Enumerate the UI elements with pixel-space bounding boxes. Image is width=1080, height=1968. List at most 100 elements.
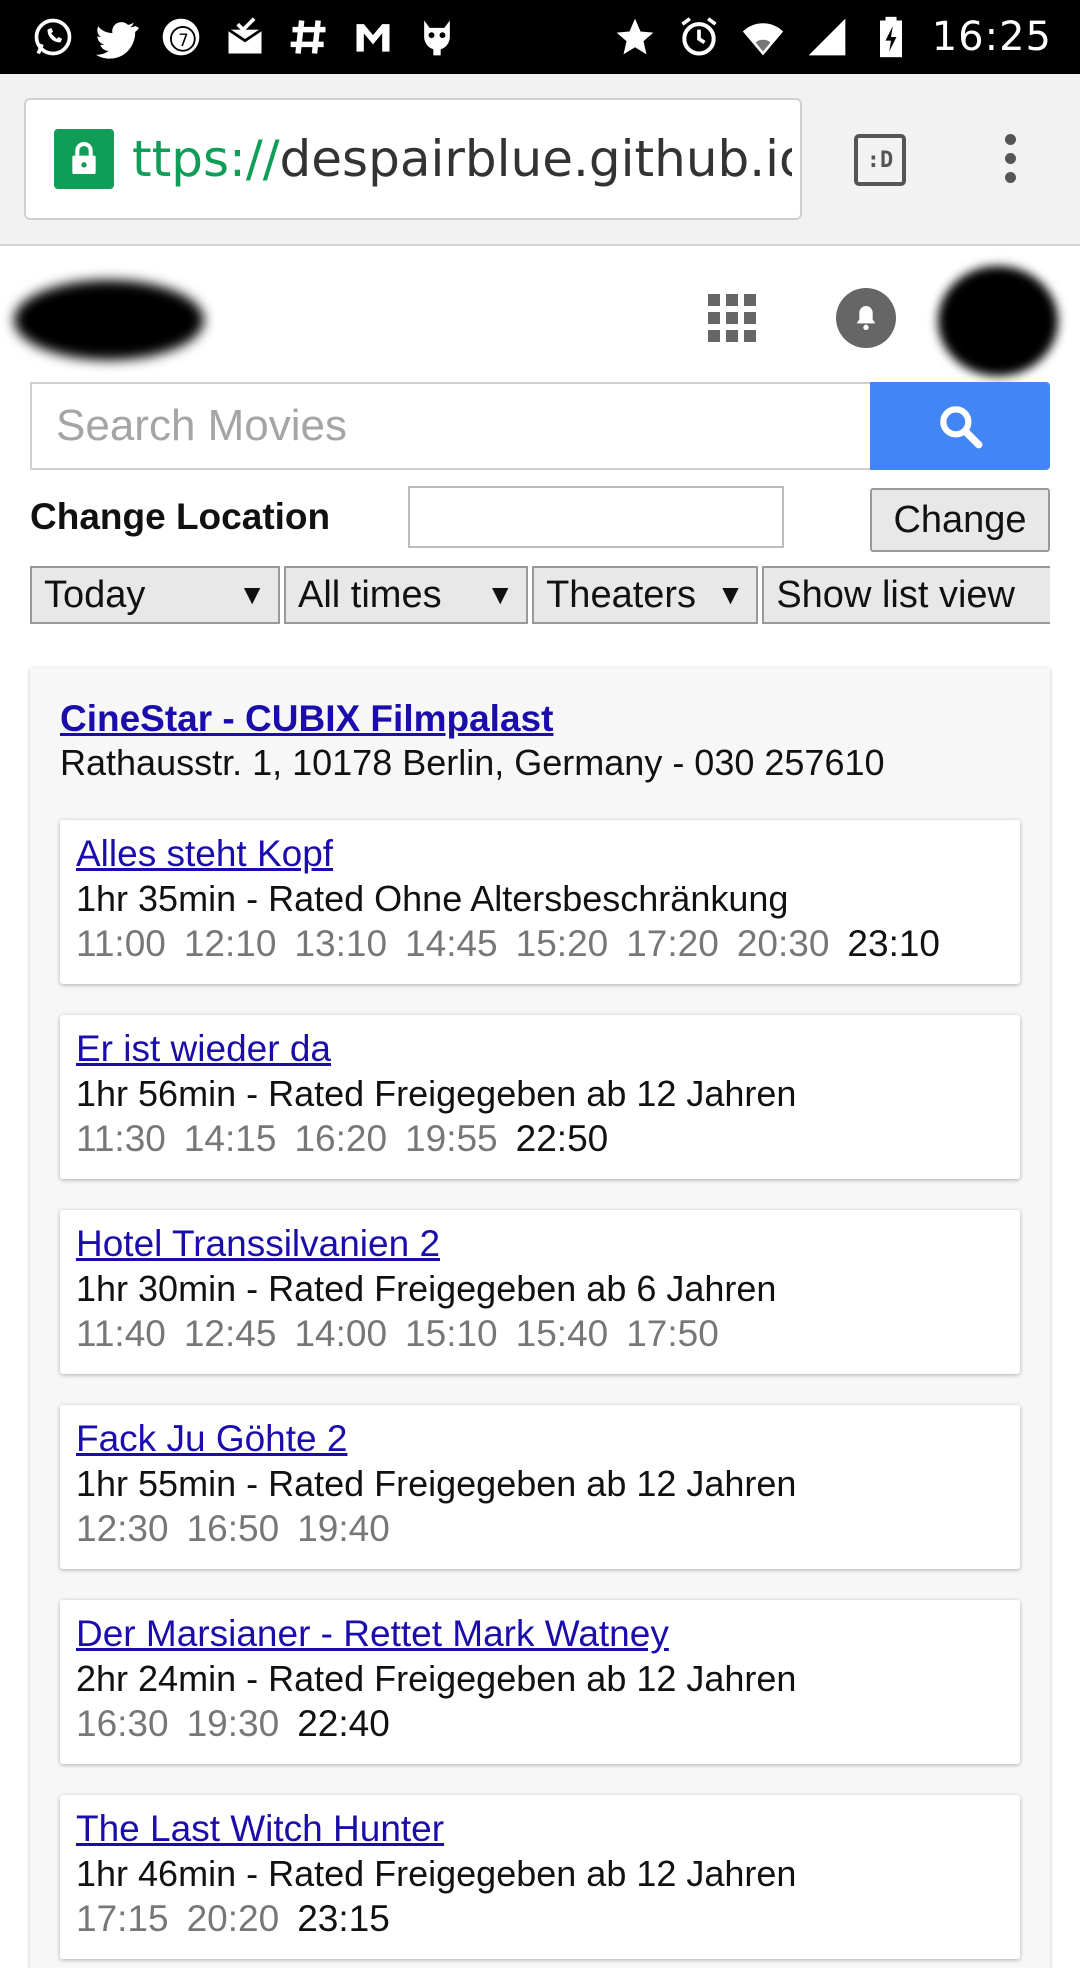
showtime-past: 15:10: [405, 1313, 498, 1354]
movie-title-link[interactable]: Hotel Transsilvanien 2: [76, 1222, 1004, 1266]
movie-meta: 1hr 56min - Rated Freigegeben ab 12 Jahr…: [76, 1073, 797, 1114]
movie-title-link[interactable]: Alles steht Kopf: [76, 832, 1004, 876]
mode-select[interactable]: Theaters ▼: [532, 566, 759, 624]
showtime-upcoming[interactable]: 22:50: [516, 1118, 609, 1159]
showtime-past: 20:20: [186, 1898, 280, 1939]
movie-card: Der Marsianer - Rettet Mark Watney 2hr 2…: [60, 1600, 1020, 1764]
search-button[interactable]: [870, 382, 1050, 470]
showtime-past: 15:20: [515, 923, 609, 964]
showtime-upcoming[interactable]: 23:10: [847, 923, 940, 964]
movie-title-link[interactable]: The Last Witch Hunter: [76, 1807, 1004, 1851]
search-input[interactable]: [30, 382, 870, 470]
showtimes: 12:30 16:50 19:40: [76, 1507, 1004, 1551]
movie-title-link[interactable]: Fack Ju Göhte 2: [76, 1417, 1004, 1461]
url-host: despairblue.github.io: [279, 130, 792, 188]
time-select-value: All times: [298, 573, 442, 616]
search-bar: [30, 382, 1050, 470]
showtime-past: 14:45: [405, 923, 498, 964]
showtimes: 17:15 20:20 23:15: [76, 1897, 1004, 1941]
showtimes: 11:00 12:10 13:10 14:45 15:20 17:20 20:30 23:10: [76, 922, 1004, 966]
whatsapp-icon: [30, 14, 76, 60]
dropdown-arrow-icon: ▼: [486, 579, 515, 610]
dropdown-arrow-icon: ▼: [238, 579, 267, 610]
overflow-menu-icon[interactable]: [990, 134, 1030, 194]
showtime-past: 19:55: [405, 1118, 498, 1159]
lock-icon: [54, 129, 114, 189]
wifi-icon: [740, 14, 786, 60]
mail-check-icon: [222, 14, 268, 60]
url-text: ttps://despairblue.github.io/F: [132, 130, 792, 188]
show-list-view-button[interactable]: Show list view: [762, 566, 1050, 624]
showtimes: 11:40 12:45 14:00 15:10 15:40 17:50: [76, 1312, 1004, 1356]
status-time: 16:25: [931, 14, 1052, 60]
showtime-past: 17:20: [626, 923, 719, 964]
showtime-past: 19:30: [186, 1703, 280, 1744]
browser-toolbar: ttps://despairblue.github.io/F :D: [0, 74, 1080, 246]
day-select-value: Today: [44, 573, 146, 616]
gmail-icon: [350, 14, 396, 60]
showtime-past: 16:20: [294, 1118, 388, 1159]
showtime-past: 17:50: [626, 1313, 719, 1354]
showtime-past: 15:40: [515, 1313, 609, 1354]
dropdown-arrow-icon: ▼: [716, 579, 745, 610]
showtimes: 16:30 19:30 22:40: [76, 1702, 1004, 1746]
location-input[interactable]: [408, 486, 784, 548]
movie-meta: 1hr 35min - Rated Ohne Altersbeschränkun…: [76, 878, 789, 919]
change-location-label: Change Location: [30, 496, 331, 537]
apps-grid-icon[interactable]: [706, 292, 758, 344]
redacted-avatar[interactable]: [938, 266, 1058, 376]
showtime-past: 14:00: [294, 1313, 388, 1354]
battery-charging-icon: [868, 14, 914, 60]
url-scheme: ttps://: [132, 130, 280, 188]
showtime-past: 19:40: [297, 1508, 390, 1549]
movie-meta: 1hr 55min - Rated Freigegeben ab 12 Jahr…: [76, 1463, 797, 1504]
movie-card: Hotel Transsilvanien 2 1hr 30min - Rated…: [60, 1210, 1020, 1374]
theater-name-link[interactable]: CineStar - CUBIX Filmpalast: [60, 698, 553, 740]
svg-text:7: 7: [178, 31, 189, 50]
alarm-icon: [676, 14, 722, 60]
change-location-button[interactable]: Change: [870, 488, 1050, 552]
showtime-upcoming[interactable]: 22:40: [297, 1703, 390, 1744]
theater-address: Rathausstr. 1, 10178 Berlin, Germany - 0…: [60, 742, 885, 783]
search-icon: [940, 406, 983, 449]
showtime-past: 16:50: [186, 1508, 280, 1549]
showtime-upcoming[interactable]: 23:15: [297, 1898, 390, 1939]
showtime-past: 11:30: [76, 1118, 166, 1159]
movie-meta: 1hr 30min - Rated Freigegeben ab 6 Jahre…: [76, 1268, 777, 1309]
url-bar[interactable]: ttps://despairblue.github.io/F: [24, 98, 802, 220]
movie-card: The Last Witch Hunter 1hr 46min - Rated …: [60, 1795, 1020, 1959]
time-select[interactable]: All times ▼: [284, 566, 529, 624]
twitter-icon: [94, 14, 140, 60]
showtime-past: 14:15: [183, 1118, 277, 1159]
showtime-past: 12:10: [183, 923, 277, 964]
hashtag-icon: [286, 14, 332, 60]
status-bar: 7 16:25: [0, 0, 1080, 74]
showtime-past: 12:45: [183, 1313, 277, 1354]
showtime-past: 20:30: [736, 923, 830, 964]
filter-row: Today ▼ All times ▼ Theaters ▼ Show list…: [30, 566, 1050, 624]
signal-icon: [804, 14, 850, 60]
showtime-past: 12:30: [76, 1508, 169, 1549]
showtime-past: 11:40: [76, 1313, 166, 1354]
movie-card: Fack Ju Göhte 2 1hr 55min - Rated Freige…: [60, 1405, 1020, 1569]
movie-meta: 2hr 24min - Rated Freigegeben ab 12 Jahr…: [76, 1658, 797, 1699]
messenger-7-icon: 7: [158, 14, 204, 60]
notifications-bell-icon[interactable]: [836, 288, 896, 348]
showtime-past: 13:10: [294, 923, 388, 964]
showtimes: 11:30 14:15 16:20 19:55 22:50: [76, 1117, 1004, 1161]
tabs-button[interactable]: :D: [854, 134, 906, 186]
show-list-view-label: Show list view: [776, 573, 1015, 616]
star-icon: [612, 14, 658, 60]
showtime-past: 11:00: [76, 923, 166, 964]
showtime-past: 16:30: [76, 1703, 169, 1744]
mode-select-value: Theaters: [546, 573, 697, 616]
movie-card: Alles steht Kopf 1hr 35min - Rated Ohne …: [60, 820, 1020, 984]
bot-icon: [414, 14, 460, 60]
redacted-logo: [14, 280, 204, 360]
theater-card: CineStar - CUBIX Filmpalast Rathausstr. …: [30, 668, 1050, 1968]
showtime-past: 17:15: [76, 1898, 169, 1939]
day-select[interactable]: Today ▼: [30, 566, 281, 624]
movie-meta: 1hr 46min - Rated Freigegeben ab 12 Jahr…: [76, 1853, 797, 1894]
movie-title-link[interactable]: Er ist wieder da: [76, 1027, 1004, 1071]
movie-title-link[interactable]: Der Marsianer - Rettet Mark Watney: [76, 1612, 1004, 1656]
